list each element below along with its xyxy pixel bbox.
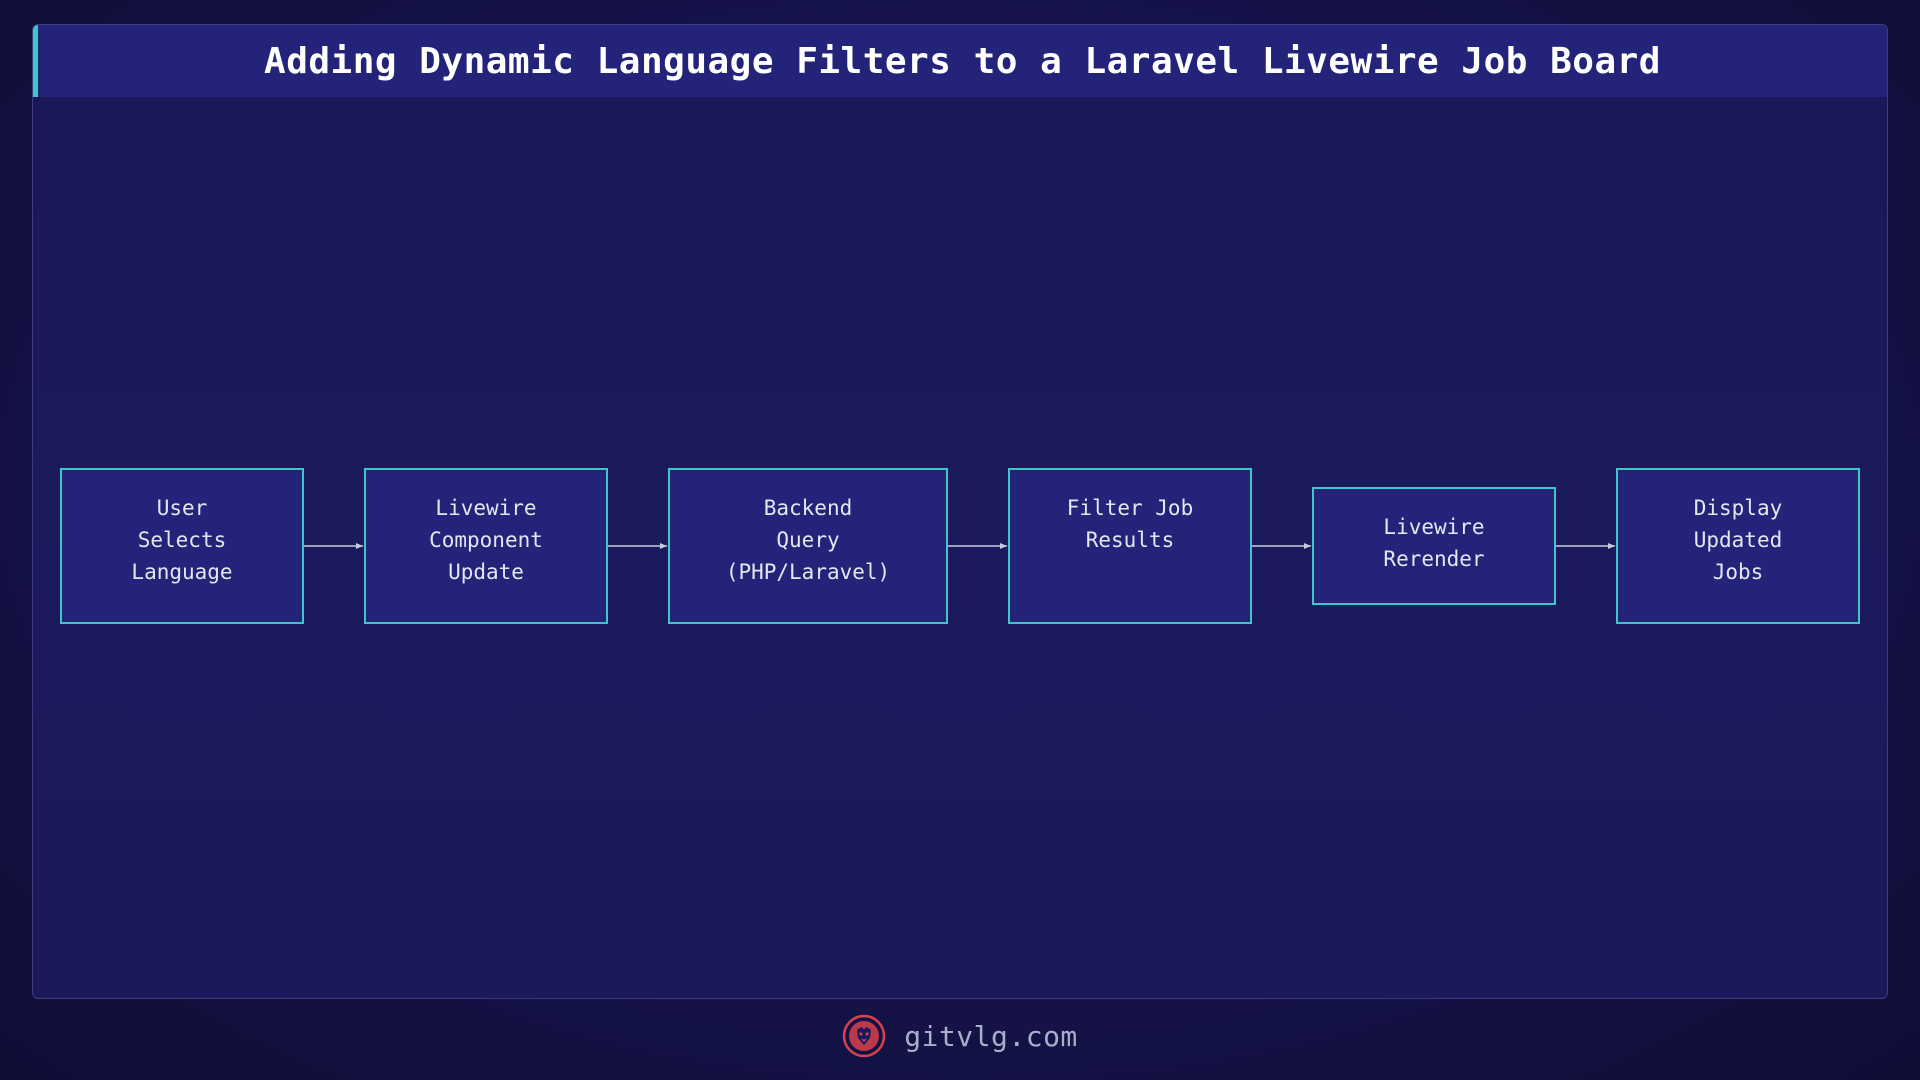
diagram-frame: Adding Dynamic Language Filters to a Lar… — [32, 24, 1888, 999]
footer: gitvlg.com — [0, 1010, 1920, 1062]
node-backend-query: Backend Query (PHP/Laravel) — [668, 468, 948, 624]
node-livewire-rerender: Livewire Rerender — [1312, 487, 1556, 605]
node-user-selects-language: User Selects Language — [60, 468, 304, 624]
node-display-updated-jobs: Display Updated Jobs — [1616, 468, 1860, 624]
footer-site-link[interactable]: gitvlg.com — [904, 1020, 1078, 1053]
node-filter-job-results: Filter Job Results — [1008, 468, 1252, 624]
title-bar: Adding Dynamic Language Filters to a Lar… — [33, 25, 1887, 97]
node-livewire-component-update: Livewire Component Update — [364, 468, 608, 624]
lion-head-icon — [842, 1014, 886, 1058]
page-title: Adding Dynamic Language Filters to a Lar… — [264, 40, 1661, 82]
